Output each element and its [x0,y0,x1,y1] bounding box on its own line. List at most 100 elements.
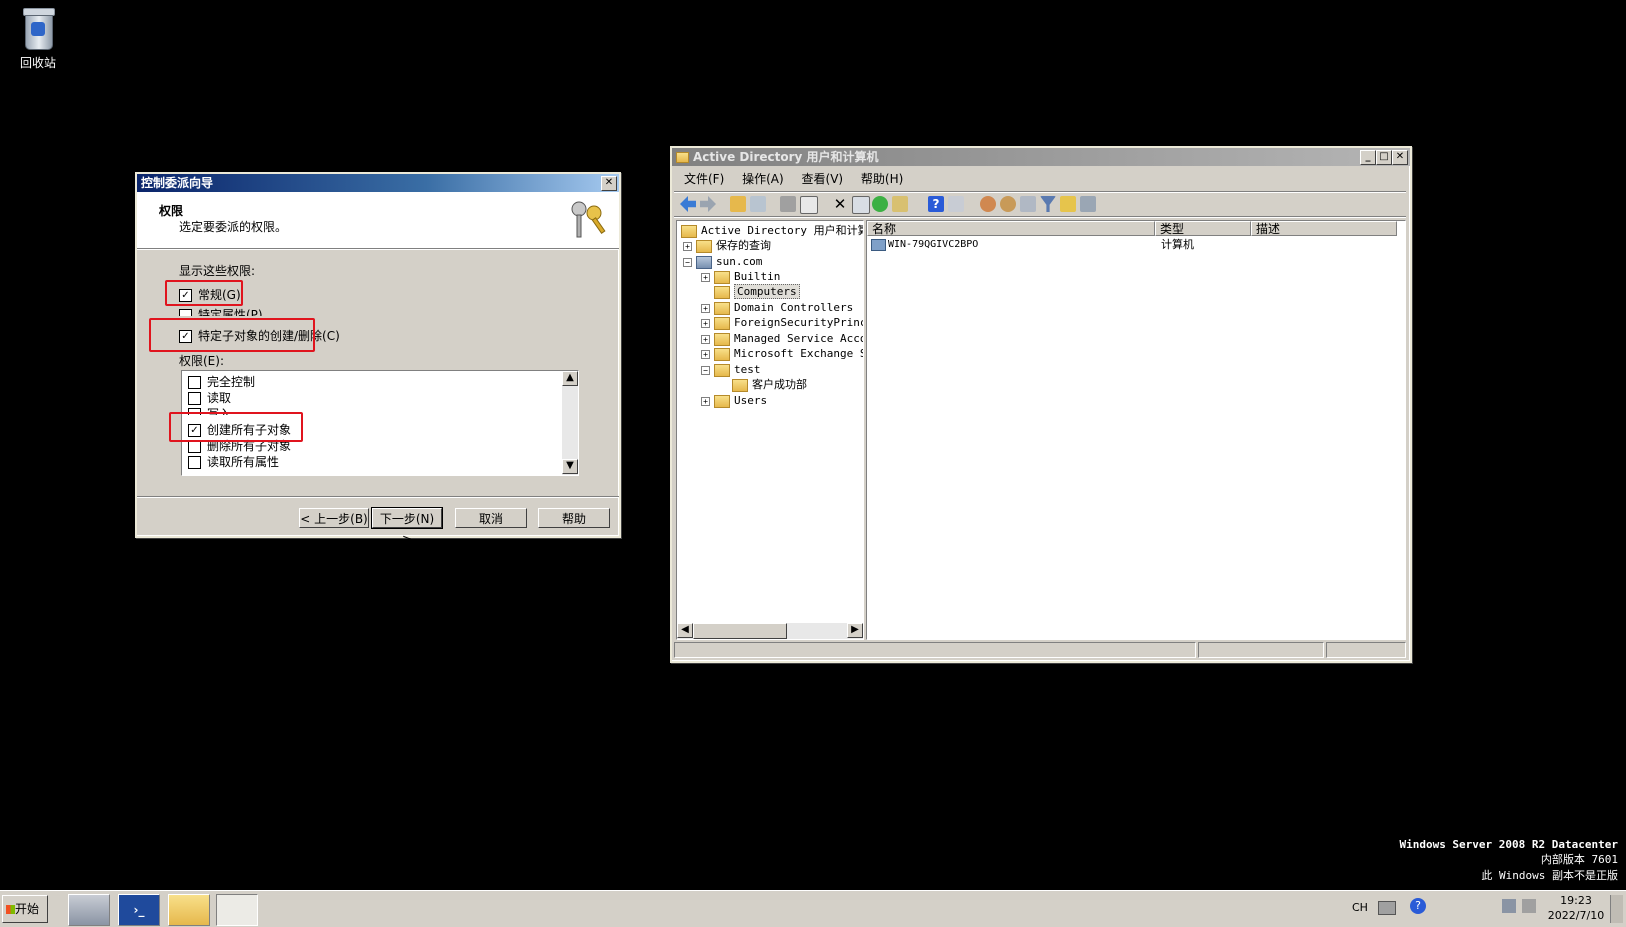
scroll-up-icon[interactable]: ▲ [562,371,578,386]
tree-item-selected[interactable]: Computers [714,284,800,299]
scroll-left-icon[interactable]: ◀ [677,623,693,638]
tree-item[interactable]: +ForeignSecurityPrincip [701,315,863,330]
show-option-property[interactable]: 特定属性(P) [179,306,263,316]
tree-pane[interactable]: Active Directory 用户和计算机 + 保存的查询 − sun.com … [676,220,864,640]
new-group-icon[interactable] [1000,196,1016,212]
column-header-name[interactable]: 名称 [867,221,1155,236]
horizontal-scrollbar[interactable]: ◀ ▶ [677,623,863,639]
tree-root[interactable]: Active Directory 用户和计算机 [681,223,863,238]
toolbar-separator [674,216,1406,218]
close-icon[interactable]: ✕ [1392,150,1408,165]
folder-icon [714,285,730,299]
powershell-icon[interactable]: ›_ [118,894,160,926]
expand-icon[interactable]: + [701,303,710,313]
ad-users-computers-task-icon[interactable] [216,894,258,926]
cancel-button[interactable]: 取消 [455,508,527,528]
expand-icon[interactable]: + [701,334,710,344]
checkbox-icon[interactable] [188,376,201,389]
wizard-header: 权限 选定要委派的权限。 [137,192,619,248]
recycle-bin-label: 回收站 [19,56,56,70]
checkbox-icon[interactable] [188,456,201,469]
domain-icon [696,255,712,269]
expand-icon[interactable]: + [701,396,710,406]
status-pane [674,642,1196,658]
menu-action[interactable]: 操作(A) [742,172,784,186]
delete-icon[interactable]: ✕ [832,196,848,212]
collapse-icon[interactable]: − [701,365,710,375]
menu-file[interactable]: 文件(F) [684,172,724,186]
recycle-bin-shortcut[interactable]: 回收站 [10,6,66,71]
network-icon[interactable] [1502,899,1516,913]
add-to-group-icon[interactable] [1060,196,1076,212]
help-icon[interactable]: ? [928,196,944,212]
filter-icon[interactable] [1040,196,1056,212]
cut-icon[interactable] [780,196,796,212]
permission-item[interactable]: 读取 [188,389,231,406]
list-pane[interactable]: 名称 类型 描述 WIN-79QGIVC2BPO 计算机 [866,220,1406,640]
server-manager-icon[interactable] [68,894,110,926]
volume-icon[interactable] [1522,899,1536,913]
collapse-icon[interactable]: − [683,257,692,267]
start-button[interactable]: 开始 [2,895,48,923]
menu-help[interactable]: 帮助(H) [861,172,903,186]
refresh-icon[interactable] [872,196,888,212]
tree-item[interactable]: + 保存的查询 [683,238,771,253]
menu-view[interactable]: 查看(V) [802,172,844,186]
clock[interactable]: 19:23 2022/7/10 [1546,893,1606,923]
delegation-wizard-window: 控制委派向导 ✕ 权限 选定要委派的权限。 显示这些权限: ✓ 常规(G) 特定属… [135,172,621,546]
new-user-icon[interactable] [980,196,996,212]
expand-icon[interactable]: + [701,272,710,282]
scroll-thumb[interactable] [693,623,787,639]
folder-icon [714,316,730,330]
view-icon[interactable] [948,196,964,212]
tree-item[interactable]: − sun.com [683,254,762,269]
tree-item[interactable]: − test [701,362,761,377]
tree-item[interactable]: +Microsoft Exchange Sec [701,346,863,361]
back-button[interactable]: < 上一步(B) [299,508,369,528]
checkbox-icon[interactable] [188,392,201,405]
explorer-icon[interactable] [168,894,210,926]
column-header-description[interactable]: 描述 [1251,221,1397,236]
wizard-title: 控制委派向导 [141,176,214,190]
tree-item[interactable]: + Domain Controllers [701,300,853,315]
expand-icon[interactable]: + [701,349,710,359]
scroll-right-icon[interactable]: ▶ [847,623,863,638]
up-folder-icon[interactable] [730,196,746,212]
next-button[interactable]: 下一步(N) > [371,507,443,546]
status-pane [1198,642,1324,658]
tree-item[interactable]: + Users [701,393,767,408]
permission-item[interactable]: 完全控制 [188,373,255,390]
help-icon[interactable]: ? [1410,898,1426,914]
properties-icon[interactable] [852,196,870,214]
delegate-icon[interactable] [1080,196,1096,212]
tree-item[interactable]: +Managed Service Accour [701,331,863,346]
checkbox-icon[interactable] [179,309,192,316]
copy-icon[interactable] [800,196,818,214]
show-tree-icon[interactable] [750,196,766,212]
folder-icon [696,239,712,253]
keyboard-icon[interactable] [1378,901,1396,915]
tree-item[interactable]: 客户成功部 [732,377,807,392]
new-ou-icon[interactable] [1020,196,1036,212]
back-arrow-icon[interactable] [680,196,696,212]
table-row[interactable]: WIN-79QGIVC2BPO 计算机 [871,237,1391,252]
vertical-scrollbar[interactable]: ▲ ▼ [562,371,578,475]
show-desktop-icon[interactable] [1610,895,1623,923]
folder-icon [714,332,730,346]
tree-item[interactable]: + Builtin [701,269,780,284]
minimize-icon[interactable]: _ [1360,150,1376,165]
permission-item[interactable]: 读取所有属性 [188,453,279,470]
ou-icon [732,378,748,392]
help-button[interactable]: 帮助 [538,508,610,528]
maximize-icon[interactable]: □ [1376,150,1392,165]
computer-icon [871,239,886,251]
language-indicator[interactable]: CH [1352,901,1368,914]
scroll-down-icon[interactable]: ▼ [562,459,578,474]
expand-icon[interactable]: + [701,318,710,328]
toolbar: ✕ ? [674,193,1406,215]
export-icon[interactable] [892,196,908,212]
close-icon[interactable]: ✕ [601,176,617,191]
expand-icon[interactable]: + [683,241,692,251]
forward-arrow-icon[interactable] [700,196,716,212]
column-header-type[interactable]: 类型 [1155,221,1251,236]
